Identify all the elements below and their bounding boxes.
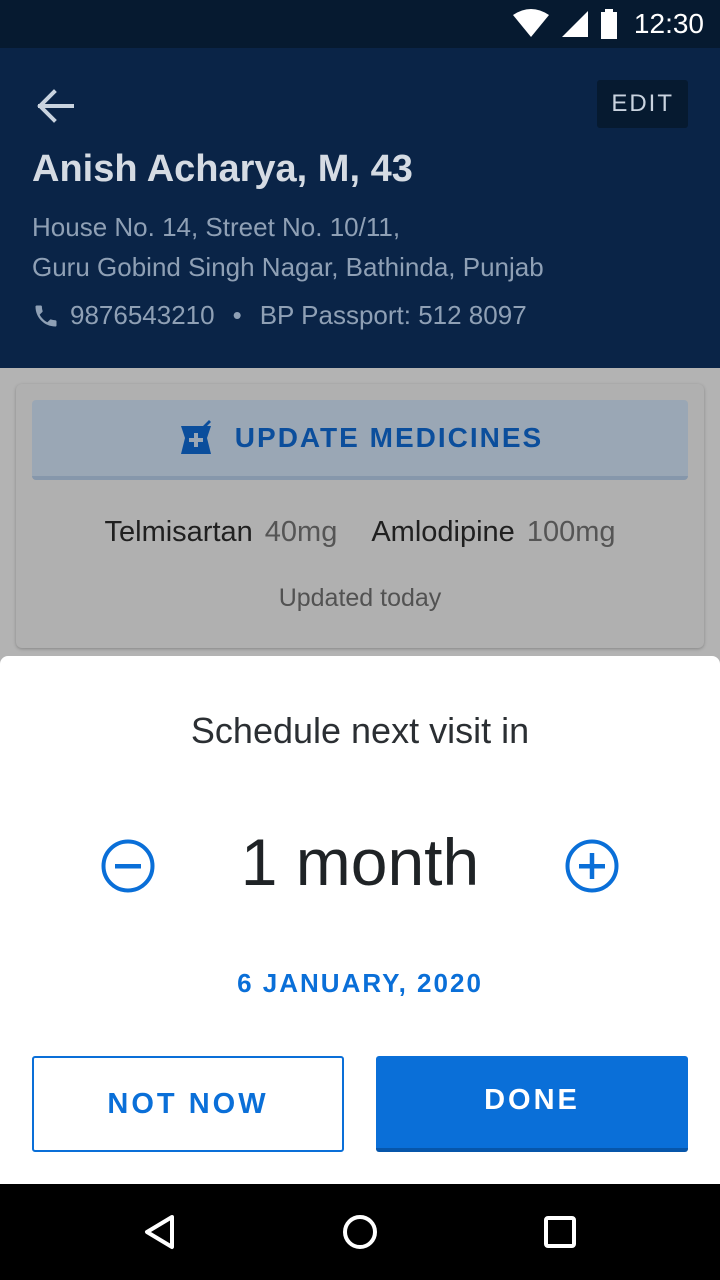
nav-recents-icon[interactable] [540,1212,580,1252]
not-now-button[interactable]: NOT NOW [32,1056,344,1152]
visit-date: 6 JANUARY, 2020 [237,968,483,998]
bp-passport: BP Passport: 512 8097 [259,300,527,330]
update-medicines-button[interactable]: UPDATE MEDICINES [32,400,688,480]
medicines-card: UPDATE MEDICINES Telmisartan 40mg Amlodip… [16,384,704,648]
nav-back-icon[interactable] [140,1212,180,1252]
medicine-list: Telmisartan 40mg Amlodipine 100mg [16,516,704,549]
address-line-1: House No. 14, Street No. 10/11, [32,212,401,242]
status-icons: 12:30 [512,0,704,48]
edit-button[interactable]: EDIT [597,80,688,128]
status-time: 12:30 [633,8,704,39]
battery-icon [600,9,617,39]
phone-number[interactable]: 9876543210 [70,300,215,331]
medicine-item: Telmisartan 40mg [105,516,338,549]
done-button[interactable]: DONE [376,1056,688,1152]
signal-icon [561,11,588,37]
separator-dot: • [232,300,242,330]
status-bar: 12:30 [0,0,720,48]
decrease-button[interactable] [100,838,156,894]
address-line-2: Guru Gobind Singh Nagar, Bathinda, Punja… [32,252,544,282]
medicine-name: Amlodipine [371,516,515,548]
wifi-icon [512,9,549,37]
phone-icon [35,305,57,326]
medicine-name: Telmisartan [104,516,253,548]
duration-value: 1 month [240,825,480,899]
back-arrow-icon[interactable] [32,86,80,126]
medicine-dose: 100mg [526,516,616,548]
sheet-title: Schedule next visit in [190,710,530,751]
contact-line: 9876543210 • BP Passport: 512 8097 [32,300,527,331]
medicine-item: Amlodipine 100mg [371,516,615,549]
pharmacy-icon [180,420,211,454]
updated-text: Updated today [278,584,442,612]
schedule-sheet: Schedule next visit in 1 month 6 JANUARY… [0,656,720,1184]
navigation-bar [0,1184,720,1280]
medicine-dose: 40mg [264,516,338,548]
increase-button[interactable] [564,838,620,894]
nav-home-icon[interactable] [340,1212,380,1252]
update-medicines-label: UPDATE MEDICINES [234,422,544,453]
patient-name: Anish Acharya, M, 43 [32,148,413,190]
patient-header: EDIT Anish Acharya, M, 43 House No. 14, … [0,48,720,368]
